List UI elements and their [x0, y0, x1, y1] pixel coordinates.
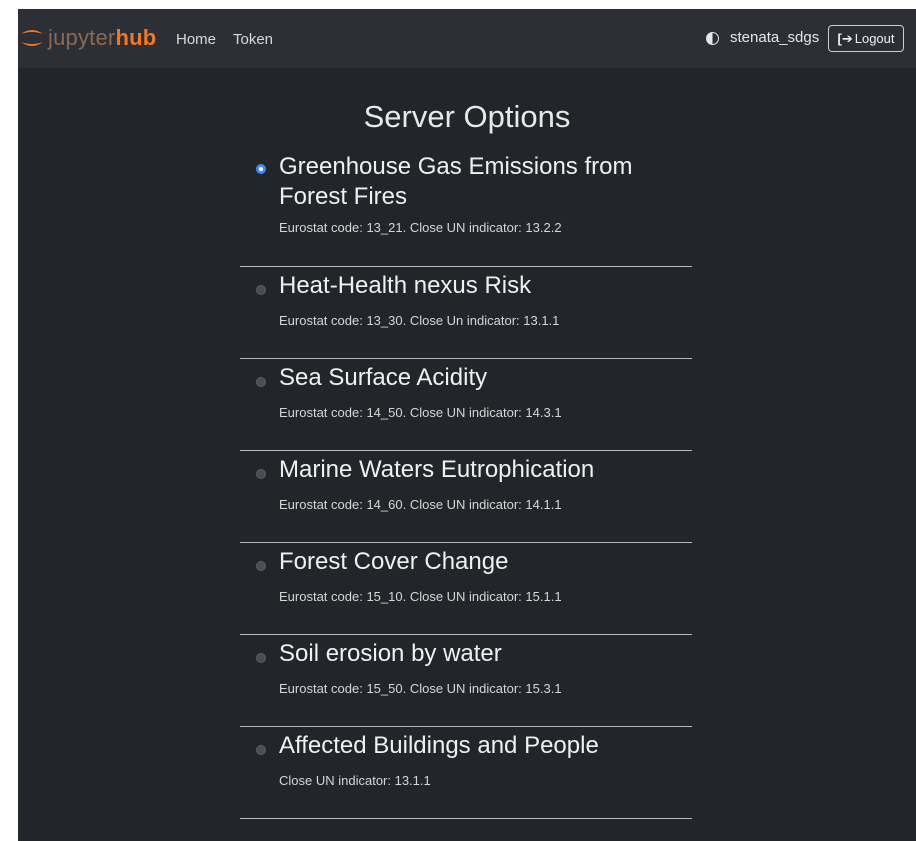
option-description: Eurostat code: 15_50. Close UN indicator…: [279, 681, 562, 696]
logout-button[interactable]: [➔ Logout: [828, 25, 904, 52]
option-divider: [240, 266, 692, 267]
option-title: Affected Buildings and People: [279, 732, 599, 759]
radio-button[interactable]: [256, 561, 266, 571]
option-title: Marine Waters Eutrophication: [279, 456, 595, 483]
option-description: Close UN indicator: 13.1.1: [279, 773, 431, 788]
option-title: Sea Surface Acidity: [279, 364, 488, 391]
nav-home-link[interactable]: Home: [176, 31, 216, 49]
page-title: Server Options: [363, 99, 571, 134]
nav-token-link[interactable]: Token: [233, 31, 273, 49]
option-description: Eurostat code: 14_60. Close UN indicator…: [279, 497, 562, 512]
option-title: Forest Cover Change: [279, 548, 509, 575]
logo-text: jupyterhub: [48, 25, 157, 50]
radio-button-selected[interactable]: [256, 164, 266, 174]
radio-button[interactable]: [256, 377, 266, 387]
option-description: Eurostat code: 15_10. Close UN indicator…: [279, 589, 562, 604]
sign-out-icon: [➔: [837, 30, 853, 46]
navbar: jupyterhub Home Token stenata_sdgs [➔ Lo…: [18, 9, 916, 68]
option-title: Heat-Health nexus Risk: [279, 272, 532, 299]
option-title: Soil erosion by water: [279, 640, 502, 667]
option-divider: [240, 450, 692, 451]
radio-button[interactable]: [256, 469, 266, 479]
option-divider: [240, 542, 692, 543]
logout-label: Logout: [854, 31, 895, 46]
radio-button[interactable]: [256, 653, 266, 663]
option-title: Greenhouse Gas Emissions from Forest Fir…: [279, 153, 633, 210]
radio-button[interactable]: [256, 745, 266, 755]
option-description: Eurostat code: 13_30. Close Un indicator…: [279, 313, 560, 328]
option-divider: [240, 726, 692, 727]
option-description: Eurostat code: 13_21. Close UN indicator…: [279, 220, 562, 235]
jupyter-logo-icon: [21, 30, 43, 46]
option-description: Eurostat code: 14_50. Close UN indicator…: [279, 405, 562, 420]
window-top-edge: [0, 0, 916, 9]
theme-toggle-icon[interactable]: [706, 32, 719, 45]
option-divider: [240, 358, 692, 359]
option-divider: [240, 818, 692, 819]
radio-button[interactable]: [256, 285, 266, 295]
option-divider: [240, 634, 692, 635]
username: stenata_sdgs: [730, 29, 820, 46]
browser-viewport: jupyterhub Home Token stenata_sdgs [➔ Lo…: [18, 9, 916, 841]
jupyterhub-logo[interactable]: jupyterhub: [18, 23, 156, 53]
